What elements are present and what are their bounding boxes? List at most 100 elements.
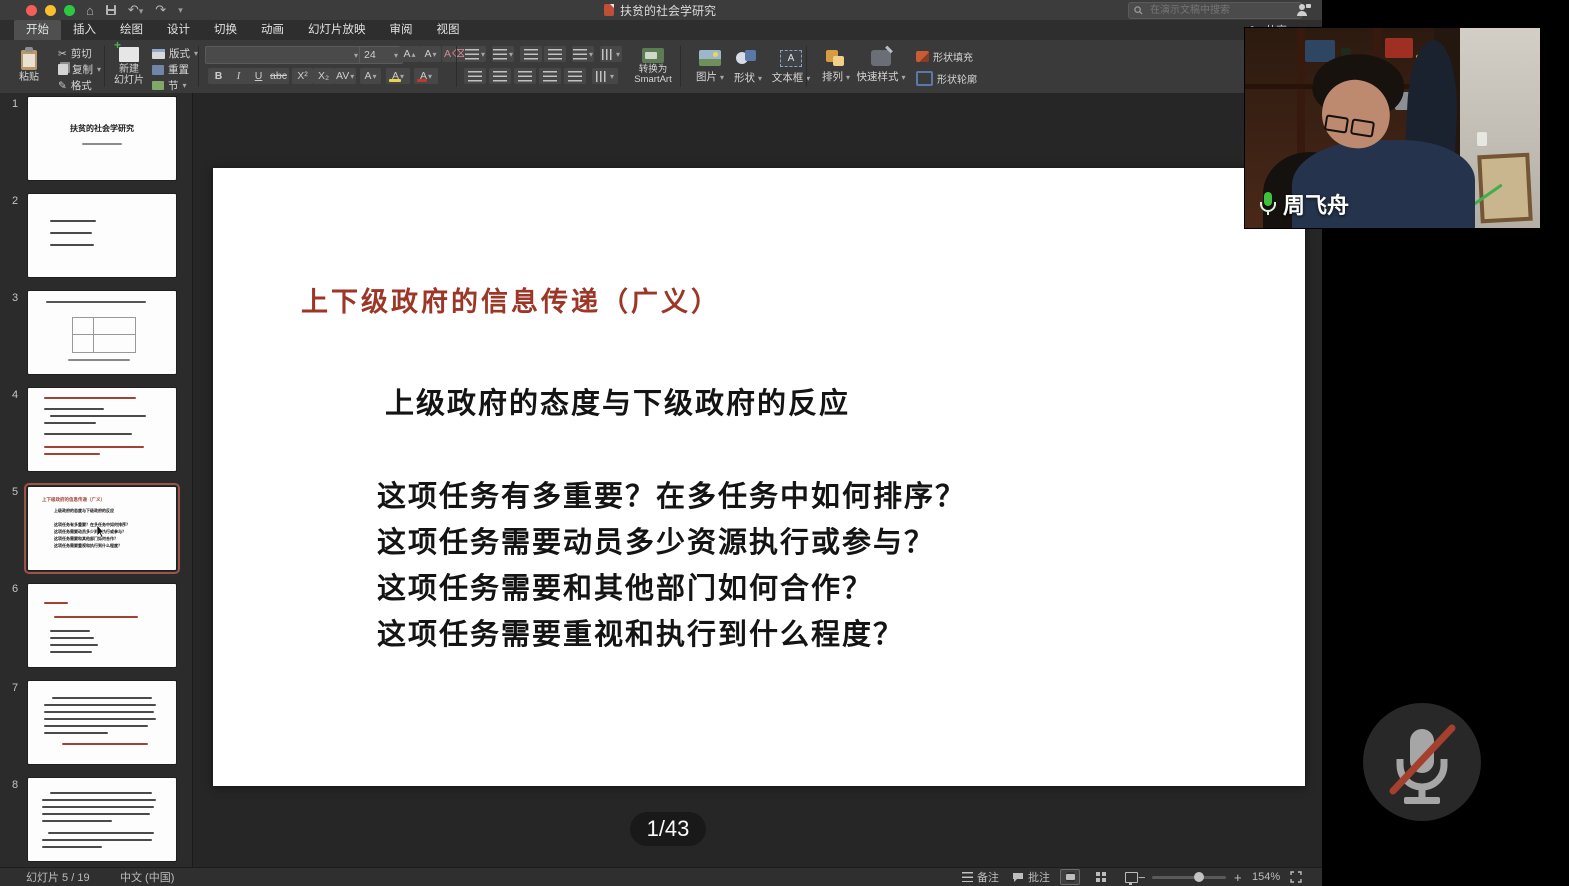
slide-thumbnail-1[interactable]: 扶贫的社会学研究 (28, 97, 176, 180)
slide-thumbnail-2[interactable] (28, 194, 176, 277)
text-effects-button[interactable]: A▾ (360, 68, 381, 84)
redo-icon[interactable]: ↷ (155, 2, 166, 18)
convert-to-smartart-button[interactable]: 转换为SmartArt (630, 44, 676, 89)
close-window-button[interactable] (26, 5, 37, 16)
minimize-window-button[interactable] (45, 5, 56, 16)
distribute-text-button[interactable] (564, 68, 586, 84)
zoom-out-button[interactable]: − (1138, 868, 1146, 886)
section-button[interactable]: 节▾ (152, 78, 187, 93)
new-slide-button[interactable]: 新建幻灯片 (108, 44, 150, 89)
status-bar: 幻灯片 5 / 19 中文 (中国) 备注 批注 − + 154% (0, 867, 1322, 886)
grow-font-button[interactable]: A▴ (399, 46, 420, 62)
shape-fill-button[interactable]: 形状填充 (916, 49, 973, 63)
highlight-color-button[interactable]: A▾ (386, 68, 410, 84)
layout-button[interactable]: 版式▾ (152, 46, 198, 61)
slide-thumbnail-5-selected[interactable]: 上下级政府的信息传递（广义） 上级政府的态度与下级政府的反应 这项任务有多重要？… (28, 487, 176, 570)
align-right-button[interactable] (514, 68, 536, 84)
zoom-slider-knob[interactable] (1194, 872, 1204, 882)
numbering-button[interactable]: ▾ (492, 46, 514, 62)
layout-label: 版式 (169, 46, 190, 61)
textbox-button[interactable]: A文本框 ▾ (764, 45, 818, 89)
tab-animations[interactable]: 动画 (249, 20, 296, 40)
font-color-button[interactable]: A▾ (414, 68, 438, 84)
slide-thumbnail-8[interactable] (28, 778, 176, 861)
slide-thumbnail-4[interactable] (28, 388, 176, 471)
zoom-slider[interactable] (1152, 868, 1226, 886)
home-icon[interactable]: ⌂ (86, 3, 94, 18)
presenter-icon[interactable] (1296, 2, 1312, 18)
line-spacing-button[interactable]: ▾ (572, 46, 594, 62)
tab-view[interactable]: 视图 (425, 20, 472, 40)
slide-thumbnail-3[interactable] (28, 291, 176, 374)
shape-outline-label: 形状轮廓 (937, 71, 977, 86)
slide-thumbnail-6[interactable] (28, 584, 176, 667)
slide-body-question-2[interactable]: 这项任务需要动员多少资源执行或参与？ (377, 519, 935, 561)
zoom-in-button[interactable]: + (1234, 868, 1242, 886)
slide-body-question-3[interactable]: 这项任务需要和其他部门如何合作？ (377, 565, 873, 607)
italic-button[interactable]: I (228, 68, 249, 84)
decrease-indent-button[interactable] (520, 46, 542, 62)
bold-button[interactable]: B (208, 68, 229, 84)
notes-button[interactable]: 备注 (962, 868, 999, 886)
slide-title-text[interactable]: 上下级政府的信息传递（广义） (301, 280, 721, 319)
shrink-font-button[interactable]: A▾ (420, 46, 441, 62)
copy-button[interactable]: 复制▾ (58, 62, 101, 77)
columns-button[interactable]: ▾ (592, 68, 618, 84)
text-direction-button[interactable]: ▾ (600, 46, 622, 62)
increase-indent-button[interactable] (544, 46, 566, 62)
normal-view-button[interactable] (1060, 869, 1080, 885)
superscript-button[interactable]: X² (292, 68, 313, 84)
comments-button[interactable]: 批注 (1012, 868, 1050, 886)
tab-home[interactable]: 开始 (14, 20, 61, 40)
smartart-icon (642, 48, 664, 63)
tab-draw[interactable]: 绘图 (108, 20, 155, 40)
webcam-video-tile[interactable]: 周飞舟 (1245, 28, 1540, 228)
undo-icon[interactable]: ↶▾ (128, 2, 143, 18)
format-painter-icon: ✎ (58, 80, 67, 92)
tab-design[interactable]: 设计 (155, 20, 202, 40)
shape-outline-button[interactable]: 形状轮廓 (916, 71, 977, 85)
ribbon-tabs: 开始 插入 绘图 设计 切换 动画 幻灯片放映 审阅 视图 (0, 20, 1336, 40)
slide-body-question-4[interactable]: 这项任务需要重视和执行到什么程度？ (377, 611, 904, 653)
reset-label: 重置 (168, 62, 189, 77)
search-input[interactable] (1148, 4, 1282, 17)
thumb-number-6: 6 (12, 583, 18, 595)
paste-button[interactable]: 粘贴 (8, 44, 50, 89)
tab-insert[interactable]: 插入 (61, 20, 108, 40)
thumb5-title: 上下级政府的信息传递（广义） (42, 496, 105, 503)
cut-button[interactable]: ✂剪切 (58, 46, 92, 61)
font-size-combo[interactable]: 24▾ (359, 46, 403, 64)
copy-dropdown-icon[interactable]: ▾ (97, 65, 101, 74)
save-icon[interactable] (106, 5, 116, 15)
slide-body-question-1[interactable]: 这项任务有多重要？在多任务中如何排序？ (377, 473, 966, 515)
search-box[interactable] (1128, 2, 1302, 19)
slide-body-line-1[interactable]: 上级政府的态度与下级政府的反应 (385, 380, 850, 422)
slide-sorter-view-button[interactable] (1092, 870, 1110, 884)
tab-transitions[interactable]: 切换 (202, 20, 249, 40)
active-mic-icon (1257, 191, 1279, 217)
webcam-picture-frame (1477, 153, 1533, 224)
strikethrough-button[interactable]: abc (268, 68, 289, 84)
tab-slideshow[interactable]: 幻灯片放映 (296, 20, 378, 40)
align-center-button[interactable] (489, 68, 511, 84)
bullets-button[interactable]: ▾ (464, 46, 486, 62)
subscript-button[interactable]: X₂ (313, 68, 334, 84)
zoom-percentage[interactable]: 154% (1252, 868, 1280, 886)
font-name-combo[interactable]: ▾ (205, 46, 363, 64)
quick-styles-button[interactable]: 快速样式 ▾ (852, 45, 910, 89)
reset-button[interactable]: 重置 (152, 62, 189, 77)
maximize-window-button[interactable] (64, 5, 75, 16)
new-slide-label: 新建幻灯片 (114, 64, 144, 86)
character-spacing-button[interactable]: AV▾ (334, 68, 356, 84)
format-painter-button[interactable]: ✎格式 (58, 78, 92, 93)
muted-mic-button[interactable] (1363, 703, 1481, 821)
align-left-button[interactable] (464, 68, 486, 84)
current-slide[interactable]: 上下级政府的信息传递（广义） 上级政府的态度与下级政府的反应 这项任务有多重要？… (213, 168, 1305, 786)
tab-review[interactable]: 审阅 (378, 20, 425, 40)
underline-button[interactable]: U (248, 68, 269, 84)
customize-toolbar-icon[interactable]: ▾ (178, 5, 183, 16)
fit-slide-button[interactable] (1290, 868, 1302, 886)
justify-button[interactable] (539, 68, 561, 84)
layout-icon (152, 49, 165, 59)
slide-thumbnail-7[interactable] (28, 681, 176, 764)
